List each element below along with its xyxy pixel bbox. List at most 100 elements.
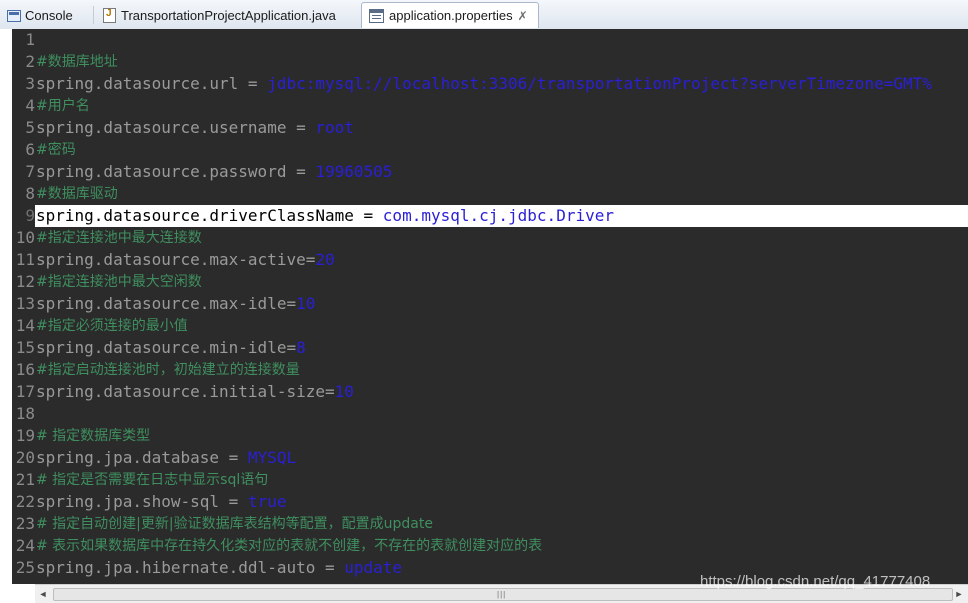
code-line[interactable]: 17 spring.datasource.initial-size=10 [12,381,968,403]
property-key: spring.datasource.initial-size [36,382,325,401]
code-line[interactable]: 5 spring.datasource.username = root [12,117,968,139]
line-number: 8 [25,184,35,203]
property-value: update [344,558,403,577]
current-line[interactable]: 9 spring.datasource.driverClassName = com… [12,205,968,227]
property-value: com.mysql.cj.jdbc.Driver [382,206,614,225]
scrollbar-corner [0,584,35,603]
comment-text: # 表示如果数据库中存在持久化类对应的表就不创建，不存在的表就创建对应的表 [36,538,543,554]
code-line[interactable]: 22 spring.jpa.show-sql = true [12,491,968,513]
code-line[interactable]: 23 # 指定自动创建|更新|验证数据库表结构等配置，配置成update [12,513,968,535]
code-line[interactable]: 3 spring.datasource.url = jdbc:mysql://lo… [12,73,968,95]
property-value: jdbc:mysql://localhost:3306/transportati… [267,74,932,93]
line-number: 5 [25,118,35,137]
tab-application-properties[interactable]: application.properties ✗ [361,2,539,28]
line-number: 6 [25,140,35,159]
watermark: https://blog.csdn.net/qq_41777408 [700,573,931,590]
property-line: spring.datasource.max-idle=10 [36,293,315,315]
line-number: 9 [12,205,35,227]
line-number: 11 [15,250,35,269]
code-line[interactable]: 19 # 指定数据库类型 [12,425,968,447]
code-line[interactable]: 15 spring.datasource.min-idle=8 [12,337,968,359]
property-value: 20 [315,250,335,269]
code-line[interactable]: 7 spring.datasource.password = 19960505 [12,161,968,183]
comment-text: #数据库地址 [36,54,118,70]
line-number: 13 [15,294,35,313]
code-line[interactable]: 10 #指定连接池中最大连接数 [12,227,968,249]
property-line: spring.jpa.database = MYSQL [36,447,296,469]
line-number: 10 [15,228,35,247]
property-line: spring.datasource.initial-size=10 [36,381,354,403]
comment-text: # 指定数据库类型 [36,428,151,444]
property-key: spring.jpa.hibernate.ddl-auto [36,558,316,577]
property-key: spring.datasource.password [36,162,287,181]
property-separator: = [315,558,345,577]
code-line[interactable]: 6 #密码 [12,139,968,161]
property-separator: = [324,382,335,401]
code-lines: 1 2 #数据库地址 3 spring.datasource.url = jdbc:my… [12,29,968,584]
property-line: spring.datasource.min-idle=8 [36,337,306,359]
property-key: spring.datasource.max-idle [36,294,287,313]
code-line[interactable]: 4 #用户名 [12,95,968,117]
property-value: root [315,118,354,137]
property-line: spring.datasource.username = root [36,117,354,139]
line-number: 15 [15,338,35,357]
line-number: 17 [15,382,35,401]
comment-text: #指定必须连接的最小值 [36,318,188,334]
property-key: spring.datasource.username [36,118,287,137]
line-number: 3 [25,74,35,93]
property-value: 10 [334,382,354,401]
property-separator: = [353,206,383,225]
property-key: spring.datasource.min-idle [36,338,287,357]
property-value: true [247,492,287,511]
comment-text: #用户名 [36,98,90,114]
property-key: spring.jpa.database [36,448,220,467]
code-line[interactable]: 16 #指定启动连接池时，初始建立的连接数量 [12,359,968,381]
comment-text: # 指定是否需要在日志中显示sql语句 [36,472,269,488]
code-line[interactable]: 1 [12,29,968,51]
tab-transportation-project-application-java[interactable]: TransportationProjectApplication.java [95,2,360,28]
line-number: 12 [15,272,35,291]
code-line[interactable]: 21 # 指定是否需要在日志中显示sql语句 [12,469,968,491]
code-line[interactable]: 8 #数据库驱动 [12,183,968,205]
line-number: 7 [25,162,35,181]
property-line: spring.datasource.password = 19960505 [36,161,392,183]
properties-file-icon [369,8,384,23]
console-icon [7,10,21,22]
property-value: MYSQL [247,448,297,467]
scroll-right-arrow-icon[interactable]: ► [953,587,965,601]
code-line[interactable]: 11 spring.datasource.max-active=20 [12,249,968,271]
code-line[interactable]: 14 #指定必须连接的最小值 [12,315,968,337]
line-number: 2 [25,52,35,71]
line-number: 14 [15,316,35,335]
scrollbar-grip-icon: ||| [497,590,507,599]
scroll-left-arrow-icon[interactable]: ◄ [37,587,49,601]
line-number: 20 [15,448,35,467]
property-line: spring.datasource.driverClassName = com.… [36,205,614,227]
property-value: 19960505 [315,162,393,181]
property-separator: = [286,162,316,181]
code-line[interactable]: 24 # 表示如果数据库中存在持久化类对应的表就不创建，不存在的表就创建对应的表 [12,535,968,557]
code-line[interactable]: 2 #数据库地址 [12,51,968,73]
tab-properties-label: application.properties [389,8,513,23]
tab-console[interactable]: Console [0,2,92,28]
line-number: 24 [15,536,35,555]
property-separator: = [305,250,316,269]
java-file-icon [103,7,116,23]
tab-console-label: Console [25,7,73,23]
property-separator: = [219,448,248,467]
code-line[interactable]: 18 [12,403,968,425]
editor-tab-bar: Console TransportationProjectApplication… [0,0,968,30]
property-line: spring.jpa.hibernate.ddl-auto = update [36,557,402,579]
tab-java-label: TransportationProjectApplication.java [121,7,336,23]
code-line[interactable]: 13 spring.datasource.max-idle=10 [12,293,968,315]
code-line[interactable]: 12 #指定连接池中最大空闲数 [12,271,968,293]
property-key: spring.datasource.url [36,74,239,93]
comment-text: # 指定自动创建|更新|验证数据库表结构等配置，配置成update [36,516,433,532]
property-line: spring.datasource.max-active=20 [36,249,335,271]
property-separator: = [238,74,268,93]
close-icon[interactable]: ✗ [518,9,528,23]
properties-editor[interactable]: 1 2 #数据库地址 3 spring.datasource.url = jdbc:my… [0,29,968,584]
property-key: spring.jpa.show-sql [36,492,220,511]
code-line[interactable]: 20 spring.jpa.database = MYSQL [12,447,968,469]
property-line: spring.jpa.show-sql = true [36,491,286,513]
